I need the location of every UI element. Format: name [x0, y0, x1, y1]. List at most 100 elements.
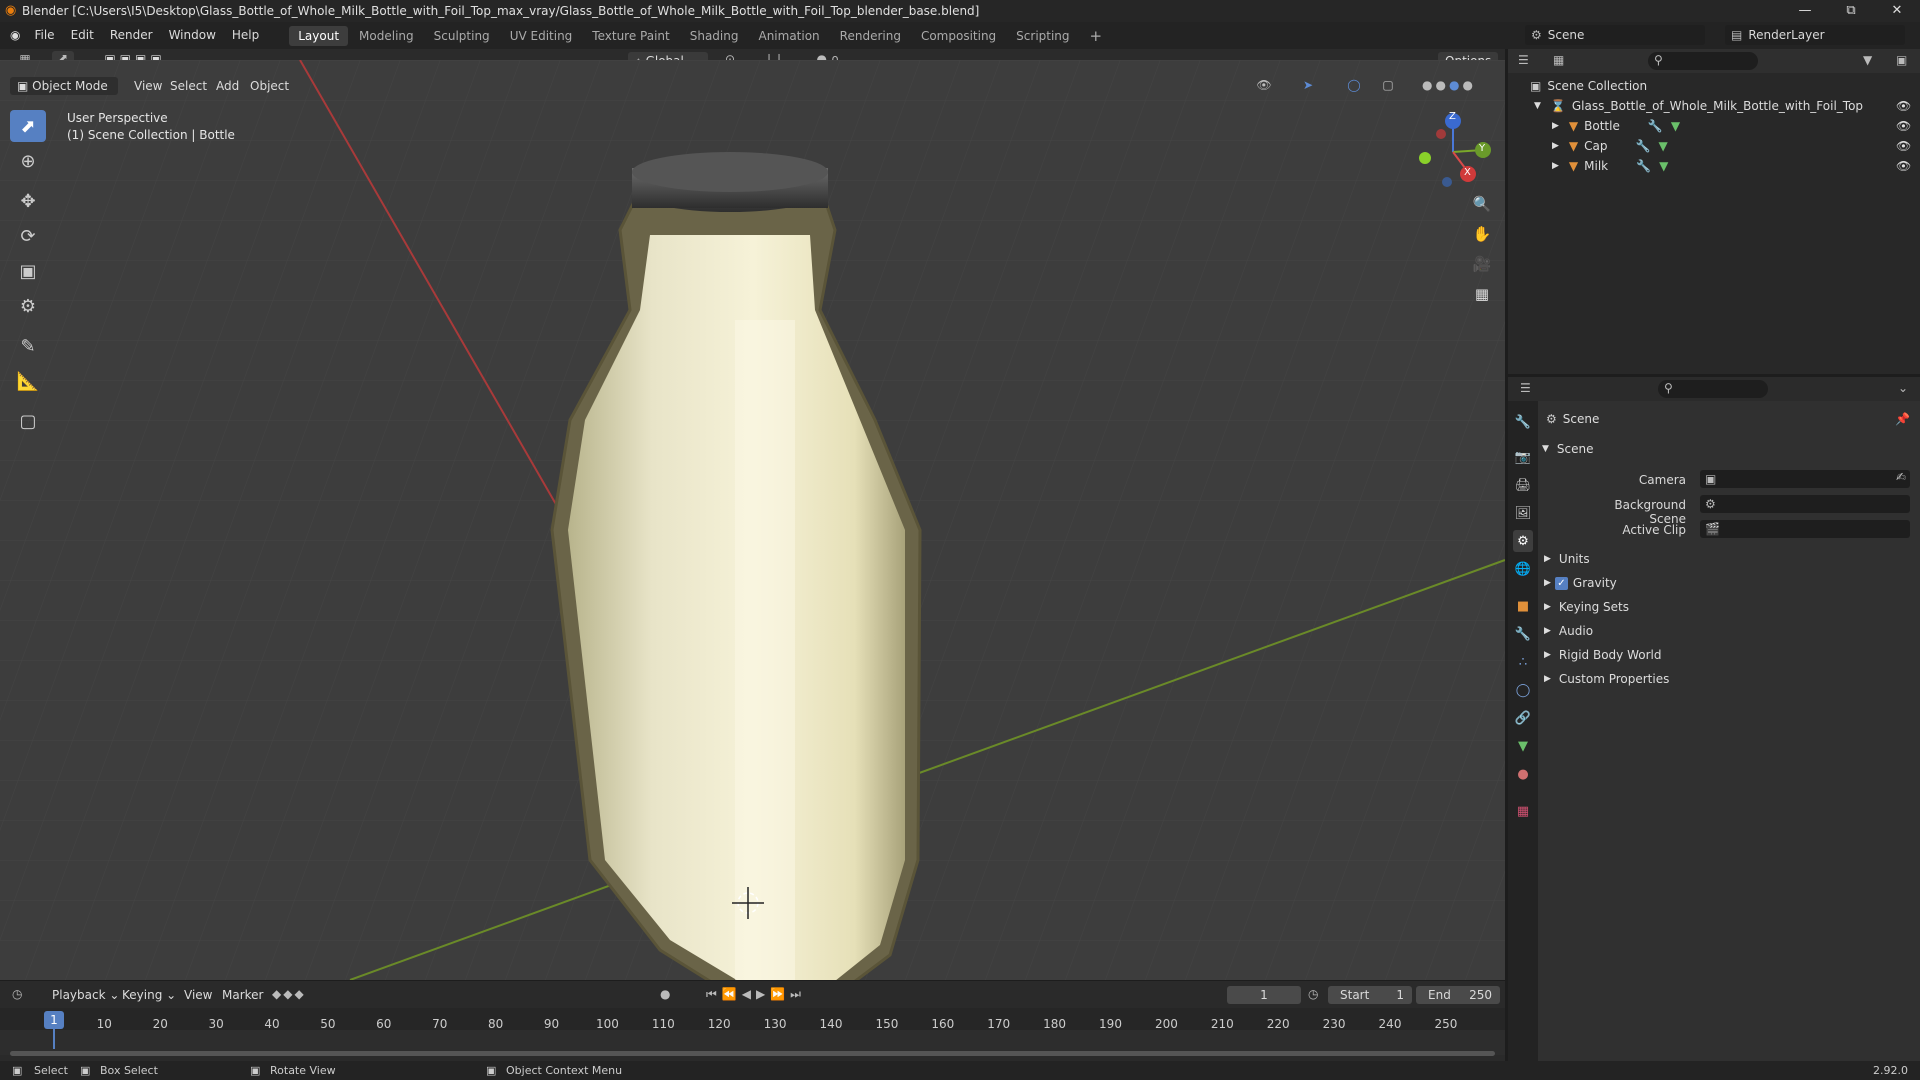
world-tab-icon[interactable]: 🌐	[1513, 558, 1533, 580]
tool-move[interactable]: ✥	[10, 185, 46, 217]
menu-render[interactable]: Render	[102, 22, 161, 49]
expand-arrow-icon[interactable]: ▶	[1552, 121, 1559, 131]
gravity-checkbox[interactable]: ✓	[1554, 576, 1568, 590]
outliner-row-collection[interactable]: ▼ ⌛ Glass_Bottle_of_Whole_Milk_Bottle_wi…	[1508, 96, 1920, 116]
eyedropper-icon[interactable]: ✍	[1896, 470, 1906, 484]
outliner-search[interactable]	[1648, 52, 1758, 70]
visibility-eye-icon[interactable]: 👁	[1896, 99, 1911, 113]
new-collection-icon[interactable]: ▣	[1896, 53, 1907, 67]
timeline-menu-marker[interactable]: Marker	[214, 982, 271, 1009]
tool-rotate[interactable]: ⟳	[10, 220, 46, 252]
workspace-tab-compositing[interactable]: Compositing	[912, 26, 1005, 46]
view-layer-selector[interactable]: ▤ RenderLayer	[1725, 25, 1905, 45]
expand-arrow-icon[interactable]: ▶	[1552, 141, 1559, 151]
constraints-tab-icon[interactable]: 🔗	[1513, 707, 1533, 729]
pin-icon[interactable]: 📌	[1895, 412, 1910, 426]
playhead-marker[interactable]: 1	[44, 1011, 64, 1029]
section-audio[interactable]: ▶ Audio	[1540, 620, 1593, 642]
texture-tab-icon[interactable]: ▦	[1513, 800, 1533, 822]
object-tab-icon[interactable]: ■	[1513, 595, 1533, 617]
menu-edit[interactable]: Edit	[63, 22, 102, 49]
zoom-icon[interactable]: 🔍	[1468, 190, 1496, 218]
timeline-editor-icon[interactable]: ◷	[12, 987, 22, 1001]
workspace-tab-layout[interactable]: Layout	[289, 25, 349, 46]
tool-cursor[interactable]: ⊕	[10, 145, 46, 177]
mode-dropdown[interactable]: ▣ Object Mode	[10, 77, 118, 95]
active-clip-field[interactable]: 🎬	[1700, 520, 1910, 538]
camera-view-icon[interactable]: 🎥	[1468, 250, 1496, 278]
blender-menu-icon[interactable]: ◉	[0, 22, 26, 49]
xray-toggle-icon[interactable]: ▢	[1378, 78, 1398, 92]
tool-annotate[interactable]: ✎	[10, 330, 46, 362]
outliner-row-object[interactable]: ▶ ▼ Cap 🔧 ▼ 👁	[1508, 136, 1920, 156]
view-layer-tab-icon[interactable]: 🖼	[1513, 502, 1533, 524]
start-frame-field[interactable]: Start 1	[1328, 986, 1412, 1004]
timeline-menu-keying[interactable]: Keying ⌄	[114, 982, 184, 1009]
tool-add-cube[interactable]: ▢	[10, 405, 46, 437]
outliner-editor-icon[interactable]: ☰	[1518, 53, 1529, 67]
workspace-tab-sculpting[interactable]: Sculpting	[425, 26, 499, 46]
filter-icon[interactable]: ▼	[1863, 53, 1872, 67]
outliner-row-object[interactable]: ▶ ▼ Milk 🔧 ▼ 👁	[1508, 156, 1920, 176]
tool-scale[interactable]: ▣	[10, 255, 46, 287]
record-icon[interactable]: ●	[660, 987, 670, 1001]
visibility-eye-icon[interactable]: 👁	[1896, 119, 1911, 133]
outliner-row-object[interactable]: ▶ ▼ Bottle 🔧 ▼ 👁	[1508, 116, 1920, 136]
overlay-toggle-icon[interactable]: ◯	[1334, 78, 1374, 92]
visibility-eye-icon[interactable]: 👁	[1896, 159, 1911, 173]
data-tab-icon[interactable]: ▼	[1513, 735, 1533, 757]
properties-editor-icon[interactable]: ☰	[1520, 381, 1531, 395]
current-frame-field[interactable]: 1	[1227, 986, 1301, 1004]
shading-modes-icons[interactable]: ●●●●	[1404, 78, 1494, 92]
workspace-tab-texture-paint[interactable]: Texture Paint	[583, 26, 678, 46]
close-icon[interactable]: ✕	[1874, 0, 1920, 22]
preview-range-icon[interactable]: ◷	[1308, 987, 1318, 1001]
end-frame-field[interactable]: End 250	[1416, 986, 1500, 1004]
keyframe-icons[interactable]: ◆◆◆	[272, 987, 306, 1001]
expand-arrow-icon[interactable]: ▶	[1552, 161, 1559, 171]
section-keying-sets[interactable]: ▶ Keying Sets	[1540, 596, 1629, 618]
workspace-tab-uv-editing[interactable]: UV Editing	[501, 26, 582, 46]
tool-select-box[interactable]: ⬈	[10, 110, 46, 142]
menu-window[interactable]: Window	[161, 22, 224, 49]
timeline-scrollbar[interactable]	[10, 1051, 1495, 1056]
material-tab-icon[interactable]: ●	[1513, 763, 1533, 785]
background-scene-field[interactable]: ⚙	[1700, 495, 1910, 513]
tool-transform[interactable]: ⚙	[10, 290, 46, 322]
menu-help[interactable]: Help	[224, 22, 267, 49]
outliner-row-scene-collection[interactable]: ▣ Scene Collection	[1508, 76, 1920, 96]
restore-icon[interactable]: ⧉	[1828, 0, 1874, 22]
modifier-tab-icon[interactable]: 🔧	[1513, 623, 1533, 645]
visibility-icon[interactable]: 👁	[1250, 78, 1278, 92]
visibility-eye-icon[interactable]: 👁	[1896, 139, 1911, 153]
pan-hand-icon[interactable]: ✋	[1468, 220, 1496, 248]
particles-tab-icon[interactable]: ∴	[1513, 651, 1533, 673]
playback-controls-icons[interactable]: ⏮⏪◀▶⏩⏭	[706, 987, 806, 1002]
expand-arrow-icon[interactable]: ▼	[1534, 101, 1541, 111]
section-units[interactable]: ▶ Units	[1540, 548, 1590, 570]
render-tab-icon[interactable]: 📷	[1513, 446, 1533, 468]
workspace-tab-modeling[interactable]: Modeling	[350, 26, 423, 46]
scene-selector[interactable]: ⚙ Scene	[1525, 25, 1705, 45]
menu-file[interactable]: File	[26, 22, 62, 49]
gizmo-toggle-icon[interactable]: ➤	[1288, 78, 1328, 92]
tool-tab-icon[interactable]: 🔧	[1513, 411, 1533, 433]
ortho-toggle-icon[interactable]: ▦	[1468, 280, 1496, 308]
workspace-tab-scripting[interactable]: Scripting	[1007, 26, 1078, 46]
workspace-tab-rendering[interactable]: Rendering	[831, 26, 910, 46]
output-tab-icon[interactable]: 🖨	[1513, 474, 1533, 496]
workspace-tab-animation[interactable]: Animation	[749, 26, 828, 46]
scene-tab-icon[interactable]: ⚙	[1513, 530, 1533, 552]
viewport-menu-object[interactable]: Object	[242, 73, 297, 100]
add-workspace-button[interactable]: +	[1081, 26, 1112, 46]
3d-viewport[interactable]: Z Y X ▣ Object Mode View Select Add Obje…	[0, 60, 1505, 980]
section-custom-properties[interactable]: ▶ Custom Properties	[1540, 668, 1669, 690]
section-rigid-body-world[interactable]: ▶ Rigid Body World	[1540, 644, 1661, 666]
scene-panel-header[interactable]: ▼ Scene	[1540, 438, 1910, 460]
minimize-icon[interactable]: —	[1782, 0, 1828, 22]
properties-search[interactable]	[1658, 380, 1768, 398]
tool-measure[interactable]: 📐	[10, 365, 46, 397]
chevron-down-icon[interactable]: ⌄	[1898, 381, 1908, 395]
display-mode-icon[interactable]: ▦	[1553, 53, 1564, 67]
workspace-tab-shading[interactable]: Shading	[681, 26, 748, 46]
